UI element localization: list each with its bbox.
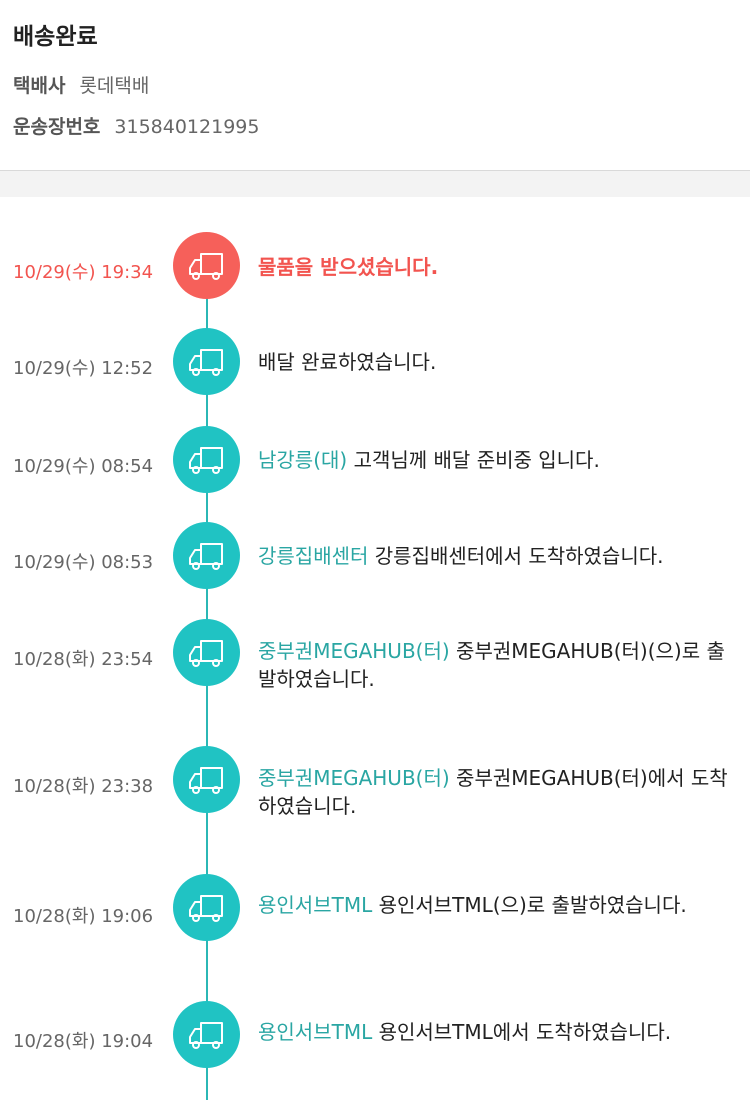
event-text: 용인서브TML 용인서브TML에서 도착하였습니다. (258, 1018, 738, 1046)
event-message: 용인서브TML(으)로 출발하였습니다. (378, 893, 687, 917)
event-text: 물품을 받으셨습니다. (258, 253, 738, 281)
event-location: 용인서브TML (258, 893, 373, 917)
delivery-status-title: 배송완료 (13, 24, 98, 50)
event-time: 10/29(수) 08:53 (13, 552, 154, 573)
event-location: 중부권MEGAHUB(터) (258, 766, 450, 790)
event-time: 10/28(화) 19:06 (13, 906, 154, 927)
delivery-truck-icon (173, 232, 240, 299)
delivery-truck-icon (173, 619, 240, 686)
event-location: 남강릉(대) (258, 448, 348, 472)
event-text: 배달 완료하였습니다. (258, 348, 738, 376)
event-location: 강릉집배센터 (258, 544, 369, 568)
courier-label: 택배사 (13, 75, 66, 97)
courier-row: 택배사 롯데택배 (13, 71, 149, 98)
event-text: 용인서브TML 용인서브TML(으)로 출발하였습니다. (258, 891, 738, 919)
tracking-number: 315840121995 (114, 116, 260, 138)
tracking-row: 운송장번호 315840121995 (13, 112, 259, 139)
delivery-truck-icon (173, 874, 240, 941)
event-message: 배달 완료하였습니다. (258, 350, 437, 374)
delivery-truck-icon (173, 522, 240, 589)
delivery-header: 배송완료 택배사 롯데택배 운송장번호 315840121995 (0, 0, 750, 170)
delivery-truck-icon (173, 426, 240, 493)
event-text: 강릉집배센터 강릉집배센터에서 도착하였습니다. (258, 542, 738, 570)
event-time: 10/29(수) 08:54 (13, 456, 154, 477)
section-separator (0, 171, 750, 197)
tracking-label: 운송장번호 (13, 116, 101, 138)
event-message: 용인서브TML에서 도착하였습니다. (378, 1020, 672, 1044)
event-message: 물품을 받으셨습니다. (258, 255, 439, 279)
delivery-truck-icon (173, 746, 240, 813)
event-time: 10/28(화) 23:38 (13, 776, 154, 797)
event-time: 10/28(화) 19:04 (13, 1031, 154, 1052)
event-message: 고객님께 배달 준비중 입니다. (353, 448, 600, 472)
event-text: 중부권MEGAHUB(터) 중부권MEGAHUB(터)에서 도착하였습니다. (258, 764, 738, 820)
event-location: 중부권MEGAHUB(터) (258, 639, 450, 663)
event-message: 강릉집배센터에서 도착하였습니다. (374, 544, 664, 568)
courier-value: 롯데택배 (79, 75, 150, 97)
event-text: 중부권MEGAHUB(터) 중부권MEGAHUB(터)(으)로 출발하였습니다. (258, 637, 738, 693)
event-time: 10/28(화) 23:54 (13, 649, 154, 670)
event-location: 용인서브TML (258, 1020, 373, 1044)
delivery-truck-icon (173, 328, 240, 395)
event-text: 남강릉(대) 고객님께 배달 준비중 입니다. (258, 446, 738, 474)
delivery-truck-icon (173, 1001, 240, 1068)
event-time: 10/29(수) 12:52 (13, 358, 154, 379)
event-time: 10/29(수) 19:34 (13, 262, 154, 283)
